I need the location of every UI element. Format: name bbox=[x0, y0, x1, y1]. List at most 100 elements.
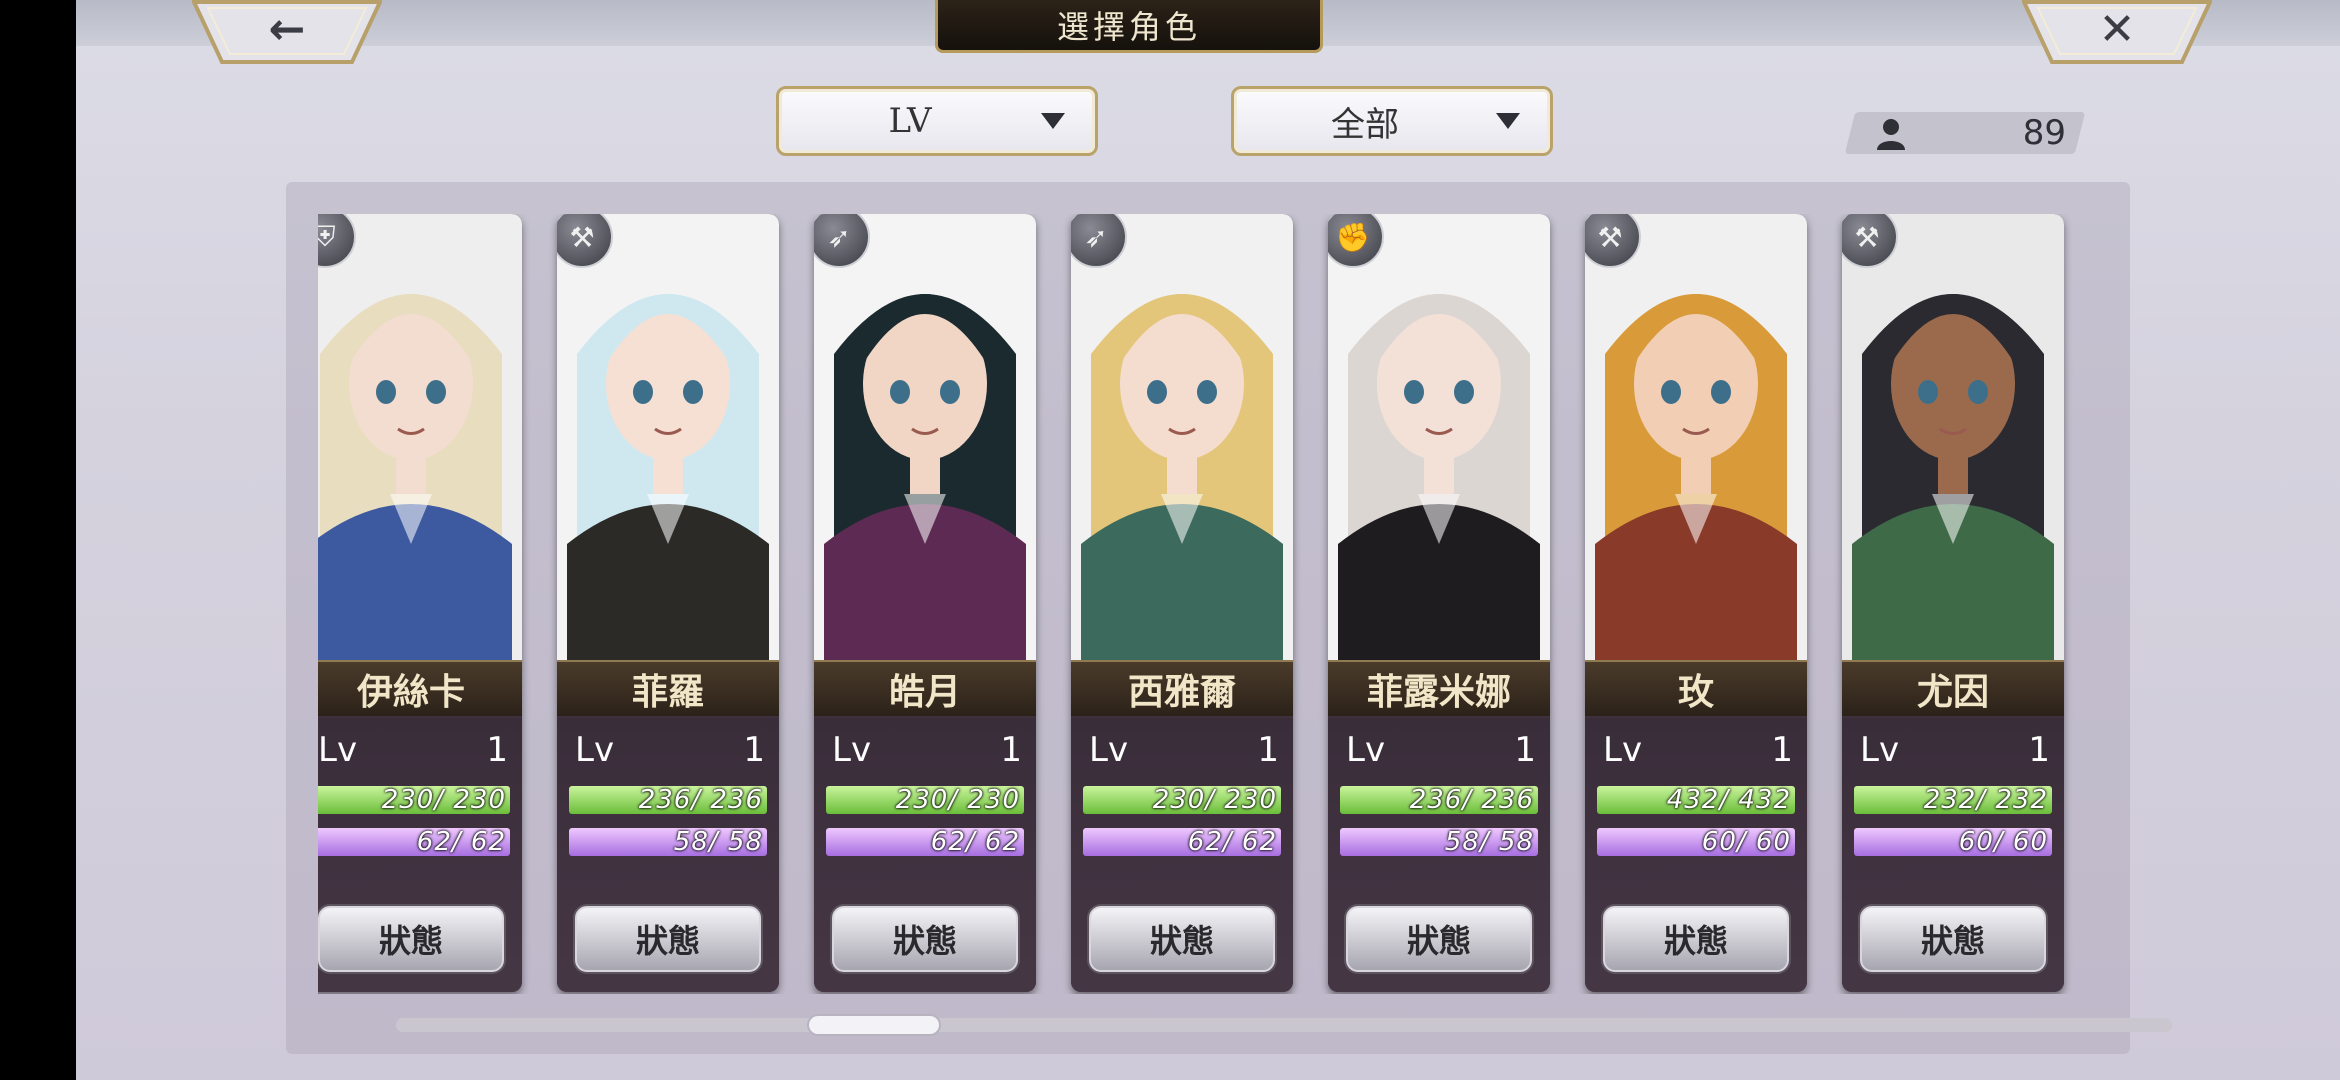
level-value: 1 bbox=[1771, 730, 1793, 770]
mp-value: 60/ 60 bbox=[1701, 827, 1791, 857]
level-value: 1 bbox=[486, 730, 508, 770]
level-row: Lv 1 bbox=[1089, 730, 1279, 770]
mp-value: 62/ 62 bbox=[1187, 827, 1277, 857]
status-button[interactable]: 狀態 bbox=[1346, 906, 1532, 972]
hp-bar: 230/ 230 bbox=[318, 786, 510, 814]
mp-bar: 60/ 60 bbox=[1854, 828, 2052, 856]
character-stats: Lv 1 232/ 232 60/ 60 狀態 bbox=[1842, 716, 2064, 992]
character-name: 皓月 bbox=[814, 660, 1036, 718]
arrow-left-icon: ← bbox=[268, 3, 306, 55]
level-row: Lv 1 bbox=[1603, 730, 1793, 770]
status-button[interactable]: 狀態 bbox=[1089, 906, 1275, 972]
character-portrait[interactable]: ⚒ bbox=[1842, 214, 2064, 660]
character-card[interactable]: ➶ 西雅爾 Lv 1 230/ 230 62/ 62 狀態 bbox=[1071, 214, 1293, 992]
scrollbar-track[interactable] bbox=[396, 1018, 2172, 1032]
mp-value: 58/ 58 bbox=[673, 827, 763, 857]
hp-value: 232/ 232 bbox=[1923, 785, 2048, 815]
hp-value: 236/ 236 bbox=[1409, 785, 1534, 815]
mp-bar: 60/ 60 bbox=[1597, 828, 1795, 856]
hp-bar: 230/ 230 bbox=[1083, 786, 1281, 814]
status-button[interactable]: 狀態 bbox=[1603, 906, 1789, 972]
level-label: Lv bbox=[1089, 730, 1129, 770]
back-button[interactable]: ← bbox=[190, 0, 384, 66]
chevron-down-icon bbox=[1496, 113, 1520, 129]
level-row: Lv 1 bbox=[832, 730, 1022, 770]
level-row: Lv 1 bbox=[318, 730, 508, 770]
level-label: Lv bbox=[1346, 730, 1386, 770]
level-row: Lv 1 bbox=[1346, 730, 1536, 770]
character-card[interactable]: ⚒ 菲羅 Lv 1 236/ 236 58/ 58 狀態 bbox=[557, 214, 779, 992]
character-card[interactable]: ⚒ 玫 Lv 1 432/ 432 60/ 60 狀態 bbox=[1585, 214, 1807, 992]
character-name: 西雅爾 bbox=[1071, 660, 1293, 718]
character-portrait[interactable]: ✊ bbox=[1328, 214, 1550, 660]
character-card[interactable]: ⛨ 伊絲卡 Lv 1 230/ 230 62/ 62 狀態 bbox=[318, 214, 522, 992]
hp-bar: 232/ 232 bbox=[1854, 786, 2052, 814]
status-button[interactable]: 狀態 bbox=[832, 906, 1018, 972]
mp-bar: 62/ 62 bbox=[318, 828, 510, 856]
character-portrait[interactable]: ➶ bbox=[814, 214, 1036, 660]
close-button[interactable]: ✕ bbox=[2020, 0, 2214, 66]
level-value: 1 bbox=[743, 730, 765, 770]
mp-value: 60/ 60 bbox=[1958, 827, 2048, 857]
character-portrait[interactable]: ⚒ bbox=[1585, 214, 1807, 660]
hp-value: 432/ 432 bbox=[1666, 785, 1791, 815]
category-dropdown[interactable]: 全部 bbox=[1231, 86, 1553, 156]
status-button[interactable]: 狀態 bbox=[575, 906, 761, 972]
category-dropdown-label: 全部 bbox=[1331, 104, 1399, 145]
mp-value: 62/ 62 bbox=[930, 827, 1020, 857]
character-name: 玫 bbox=[1585, 660, 1807, 718]
character-select-screen: ← ✕ 選擇角色 LV 全部 89 ⛨ 伊絲卡 Lv 1 230/ 230 62… bbox=[76, 0, 2340, 1080]
character-portrait[interactable]: ⚒ bbox=[557, 214, 779, 660]
status-button[interactable]: 狀態 bbox=[1860, 906, 2046, 972]
hp-value: 236/ 236 bbox=[638, 785, 763, 815]
mp-value: 58/ 58 bbox=[1444, 827, 1534, 857]
level-label: Lv bbox=[1603, 730, 1643, 770]
mp-bar: 62/ 62 bbox=[1083, 828, 1281, 856]
level-label: Lv bbox=[318, 730, 358, 770]
character-portrait[interactable]: ➶ bbox=[1071, 214, 1293, 660]
character-name: 菲羅 bbox=[557, 660, 779, 718]
character-name: 菲露米娜 bbox=[1328, 660, 1550, 718]
character-stats: Lv 1 236/ 236 58/ 58 狀態 bbox=[1328, 716, 1550, 992]
mp-value: 62/ 62 bbox=[416, 827, 506, 857]
level-value: 1 bbox=[1514, 730, 1536, 770]
hp-value: 230/ 230 bbox=[1152, 785, 1277, 815]
mp-bar: 58/ 58 bbox=[1340, 828, 1538, 856]
character-card[interactable]: ➶ 皓月 Lv 1 230/ 230 62/ 62 狀態 bbox=[814, 214, 1036, 992]
character-name: 尤因 bbox=[1842, 660, 2064, 718]
level-value: 1 bbox=[1257, 730, 1279, 770]
level-value: 1 bbox=[1000, 730, 1022, 770]
character-stats: Lv 1 236/ 236 58/ 58 狀態 bbox=[557, 716, 779, 992]
level-label: Lv bbox=[832, 730, 872, 770]
hp-bar: 230/ 230 bbox=[826, 786, 1024, 814]
character-list[interactable]: ⛨ 伊絲卡 Lv 1 230/ 230 62/ 62 狀態 ⚒ 菲羅 Lv 1 … bbox=[318, 214, 2112, 994]
chevron-down-icon bbox=[1041, 113, 1065, 129]
character-card[interactable]: ✊ 菲露米娜 Lv 1 236/ 236 58/ 58 狀態 bbox=[1328, 214, 1550, 992]
character-stats: Lv 1 230/ 230 62/ 62 狀態 bbox=[318, 716, 522, 992]
screen-title: 選擇角色 bbox=[935, 0, 1323, 53]
level-row: Lv 1 bbox=[575, 730, 765, 770]
level-row: Lv 1 bbox=[1860, 730, 2050, 770]
hp-bar: 236/ 236 bbox=[569, 786, 767, 814]
level-label: Lv bbox=[1860, 730, 1900, 770]
hp-value: 230/ 230 bbox=[381, 785, 506, 815]
left-letterbox bbox=[0, 0, 76, 1080]
scrollbar-thumb[interactable] bbox=[806, 1014, 941, 1036]
close-icon: ✕ bbox=[2098, 3, 2136, 55]
character-portrait[interactable]: ⛨ bbox=[318, 214, 522, 660]
sort-dropdown-label: LV bbox=[888, 101, 932, 141]
character-stats: Lv 1 432/ 432 60/ 60 狀態 bbox=[1585, 716, 1807, 992]
mp-bar: 62/ 62 bbox=[826, 828, 1024, 856]
hp-bar: 432/ 432 bbox=[1597, 786, 1795, 814]
character-card[interactable]: ⚒ 尤因 Lv 1 232/ 232 60/ 60 狀態 bbox=[1842, 214, 2064, 992]
hp-value: 230/ 230 bbox=[895, 785, 1020, 815]
level-value: 1 bbox=[2028, 730, 2050, 770]
character-stats: Lv 1 230/ 230 62/ 62 狀態 bbox=[814, 716, 1036, 992]
person-icon bbox=[1877, 119, 1905, 150]
mp-bar: 58/ 58 bbox=[569, 828, 767, 856]
character-stats: Lv 1 230/ 230 62/ 62 狀態 bbox=[1071, 716, 1293, 992]
hp-bar: 236/ 236 bbox=[1340, 786, 1538, 814]
status-button[interactable]: 狀態 bbox=[318, 906, 504, 972]
character-name: 伊絲卡 bbox=[318, 660, 522, 718]
sort-dropdown[interactable]: LV bbox=[776, 86, 1098, 156]
